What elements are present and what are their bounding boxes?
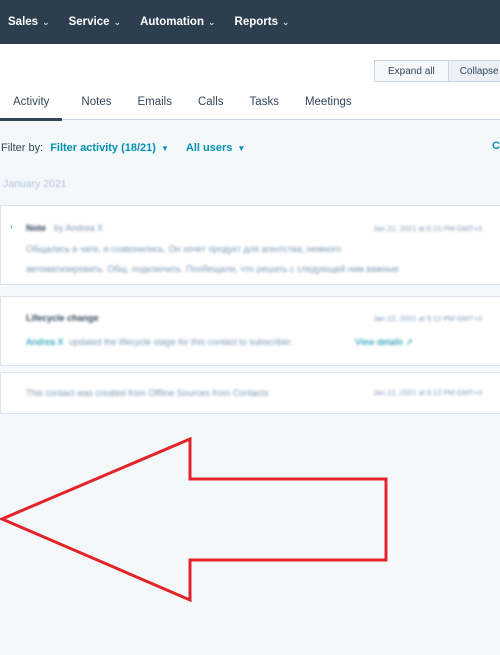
nav-automation[interactable]: Automation ⌄ <box>140 16 215 28</box>
filter-label: Filter by: <box>1 142 44 154</box>
chevron-down-icon: ⌄ <box>113 16 122 27</box>
filter-bar: Filter by: Filter activity (18/21) ▼ All… <box>0 140 500 156</box>
nav-reports-label: Reports <box>234 16 278 28</box>
timeline-note-card[interactable]: › Note by Andrea X Jan 22, 2021 at 6:15 … <box>0 205 500 285</box>
caret-down-icon: ▼ <box>237 143 246 153</box>
all-users-dropdown[interactable]: All users ▼ <box>186 142 245 154</box>
created-text: This contact was created from Offline So… <box>26 388 269 398</box>
tab-meetings[interactable]: Meetings <box>292 84 365 120</box>
timeline-created-card[interactable]: This contact was created from Offline So… <box>0 372 500 414</box>
filter-activity-label: Filter activity (18/21) <box>50 142 156 154</box>
filter-activity-dropdown[interactable]: Filter activity (18/21) ▼ <box>50 142 169 154</box>
nav-service-label: Service <box>68 16 110 28</box>
nav-sales-label: Sales <box>8 16 39 28</box>
tab-tasks[interactable]: Tasks <box>237 84 292 120</box>
top-navigation: Sales ⌄ Service ⌄ Automation ⌄ Reports ⌄ <box>0 0 500 44</box>
note-body-line2: автоматизировать. Общ. подключить. Пообе… <box>26 264 399 274</box>
nav-service[interactable]: Service ⌄ <box>69 16 121 28</box>
arrow-shape <box>0 436 388 603</box>
lifecycle-timestamp: Jan 22, 2021 at 5:12 PM GMT+3 <box>373 314 483 323</box>
lifecycle-actor-link[interactable]: Andrea X <box>26 337 64 347</box>
note-title: Note <box>26 223 46 233</box>
lifecycle-text: updated the lifecycle stage for this con… <box>69 337 293 347</box>
activity-header-panel: Expand all Collapse all Activity Notes E… <box>0 44 500 121</box>
activity-tabs: Activity Notes Emails Calls Tasks Meetin… <box>0 84 365 121</box>
red-arrow-annotation <box>0 436 388 603</box>
nav-sales[interactable]: Sales ⌄ <box>8 16 50 28</box>
chevron-down-icon: ⌄ <box>207 16 216 27</box>
note-author: by Andrea X <box>54 223 104 233</box>
all-users-label: All users <box>185 142 233 154</box>
nav-automation-label: Automation <box>140 16 204 28</box>
tab-activity[interactable]: Activity <box>0 84 63 121</box>
note-body-line1: Общались в чате, и созвонились. Он хочет… <box>26 244 341 254</box>
lifecycle-title: Lifecycle change <box>26 313 99 323</box>
month-header: January 2021 <box>3 178 67 190</box>
expand-collapse-group: Expand all Collapse all <box>374 60 500 82</box>
cropped-link[interactable]: C <box>492 140 500 152</box>
chevron-down-icon: ⌄ <box>42 16 50 27</box>
tab-calls[interactable]: Calls <box>185 84 237 120</box>
expand-caret-icon[interactable]: › <box>10 222 13 231</box>
timeline-lifecycle-card[interactable]: Lifecycle change Jan 22, 2021 at 5:12 PM… <box>0 296 500 366</box>
created-timestamp: Jan 22, 2021 at 5:12 PM GMT+3 <box>373 388 483 397</box>
nav-reports[interactable]: Reports ⌄ <box>235 16 290 28</box>
caret-down-icon: ▼ <box>160 143 169 153</box>
view-details-link[interactable]: View details ↗ <box>355 337 413 348</box>
tab-emails[interactable]: Emails <box>124 84 185 120</box>
collapse-all-button[interactable]: Collapse all <box>448 60 500 82</box>
chevron-down-icon: ⌄ <box>281 16 290 27</box>
tab-notes[interactable]: Notes <box>68 84 124 120</box>
expand-all-button[interactable]: Expand all <box>374 60 449 82</box>
note-timestamp: Jan 22, 2021 at 6:15 PM GMT+3 <box>373 224 483 233</box>
